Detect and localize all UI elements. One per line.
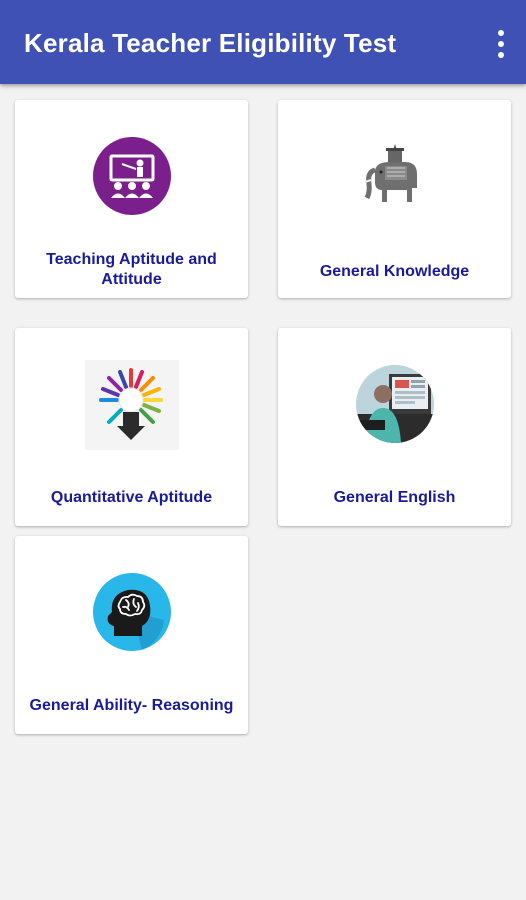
card-label: Quantitative Aptitude [50,489,213,506]
card-general-knowledge[interactable]: General Knowledge [278,100,511,298]
card-general-ability-reasoning[interactable]: General Ability- Reasoning [15,536,248,734]
more-vert-icon[interactable] [496,30,506,58]
card-label: Teaching Aptitude and Attitude [46,251,217,288]
teaching-icon [92,137,171,215]
card-general-english[interactable]: General English [278,328,511,526]
card-label: General Knowledge [319,263,470,280]
app-bar: Kerala Teacher Eligibility Test [0,0,526,84]
elephant-icon [364,144,417,202]
colorful-head-icon [84,360,179,450]
computer-user-icon [355,365,434,443]
card-teaching-aptitude[interactable]: Teaching Aptitude and Attitude [15,100,248,298]
card-quantitative-aptitude[interactable]: Quantitative Aptitude [15,328,248,526]
brain-head-icon [92,573,171,651]
card-label: General Ability- Reasoning [29,697,234,714]
card-label: General English [333,489,456,506]
app-title: Kerala Teacher Eligibility Test [24,28,397,58]
